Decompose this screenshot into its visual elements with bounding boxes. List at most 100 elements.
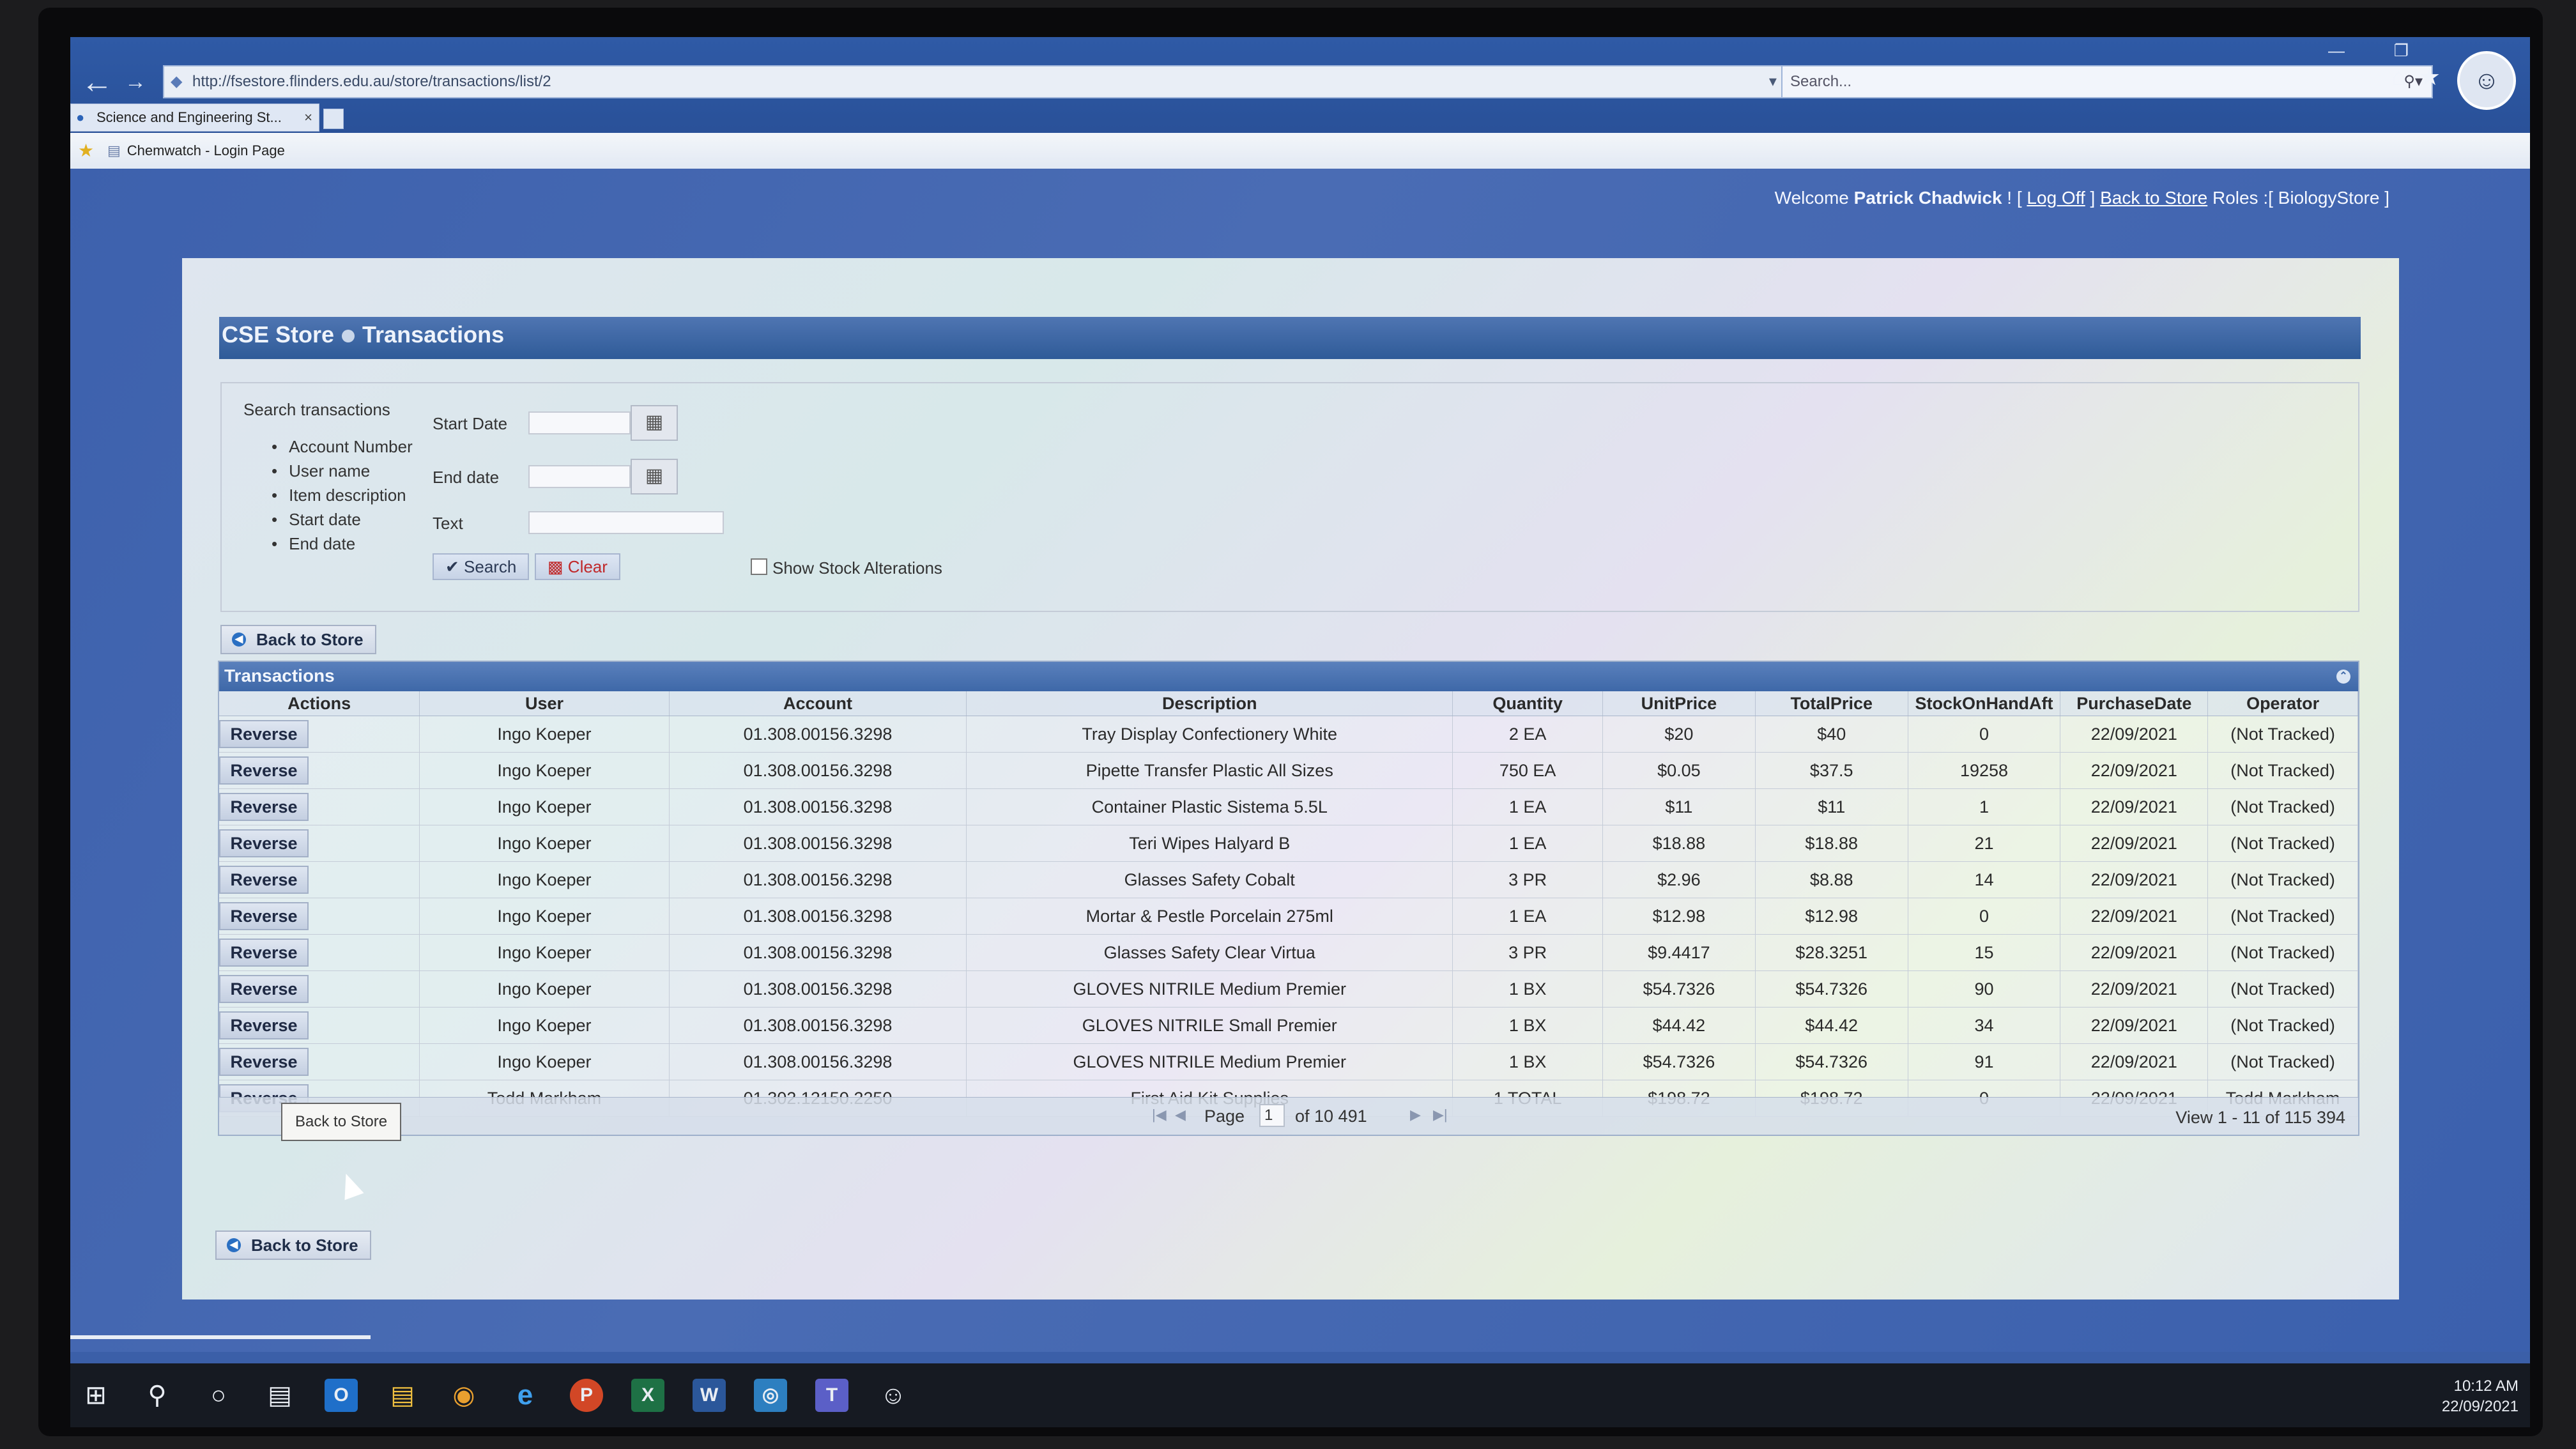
reverse-button[interactable]: Reverse <box>219 829 309 857</box>
cell-account: 01.308.00156.3298 <box>669 1043 967 1080</box>
text-input[interactable] <box>528 511 724 534</box>
cell-description: GLOVES NITRILE Medium Premier <box>966 1043 1453 1080</box>
cell-unitprice: $44.42 <box>1602 1007 1756 1044</box>
grid-pager: |◀ ◀ Page 1 of 10 491 ▶ ▶| View 1 - 11 o… <box>219 1097 2358 1135</box>
chrome-icon[interactable]: ◉ <box>447 1379 480 1412</box>
cell-unitprice: $54.7326 <box>1602 1043 1756 1080</box>
minimize-icon[interactable]: — <box>2328 41 2345 61</box>
cell-actions: Reverse <box>219 861 420 898</box>
welcome-sep: ! [ <box>2007 188 2022 208</box>
reverse-button[interactable]: Reverse <box>219 975 309 1003</box>
stock-alterations-checkbox[interactable] <box>751 558 767 575</box>
browser-search-placeholder: Search... <box>1790 73 1852 90</box>
favorite-link-chemwatch[interactable]: ▤ Chemwatch - Login Page <box>107 133 285 169</box>
favorites-star-icon[interactable]: ★ <box>78 133 94 169</box>
cell-totalprice: $54.7326 <box>1755 970 1908 1008</box>
cell-stockonhand: 14 <box>1908 861 2061 898</box>
grid-title: Transactions <box>224 666 335 686</box>
file-explorer-icon[interactable]: ▤ <box>386 1379 419 1412</box>
table-row: Reverse Ingo Koeper 01.308.00156.3298 Tray … <box>219 716 2358 753</box>
reverse-button[interactable]: Reverse <box>219 720 309 748</box>
end-date-calendar-icon[interactable]: ▦ <box>631 459 678 494</box>
breadcrumb: CSE Store Transactions <box>219 317 2361 359</box>
address-bar[interactable]: ◆ http://fsestore.flinders.edu.au/store/… <box>163 65 1811 98</box>
column-header-operator[interactable]: Operator <box>2207 691 2358 716</box>
clear-button[interactable]: ▩ Clear <box>535 553 620 580</box>
forward-arrow-icon[interactable]: → <box>116 63 155 101</box>
reverse-button[interactable]: Reverse <box>219 939 309 967</box>
browser-search-input[interactable]: Search... ⚲▾ <box>1781 65 2433 98</box>
column-header-user[interactable]: User <box>419 691 670 716</box>
cell-account: 01.308.00156.3298 <box>669 788 967 825</box>
photos-icon[interactable]: ◎ <box>754 1379 787 1412</box>
last-page-icon[interactable]: ▶| <box>1433 1107 1448 1123</box>
page-number-input[interactable]: 1 <box>1259 1104 1285 1127</box>
taskbar-search-icon[interactable]: ⚲ <box>141 1379 174 1412</box>
reverse-button[interactable]: Reverse <box>219 756 309 785</box>
close-tab-icon[interactable]: × <box>304 104 312 131</box>
reverse-button[interactable]: Reverse <box>219 1048 309 1076</box>
column-header-description[interactable]: Description <box>966 691 1453 716</box>
cell-purchasedate: 22/09/2021 <box>2060 788 2209 825</box>
home-icon[interactable]: ⌂ <box>2391 64 2419 91</box>
cell-user: Ingo Koeper <box>419 1007 670 1044</box>
reverse-button[interactable]: Reverse <box>219 866 309 894</box>
header-back-to-store-link[interactable]: Back to Store <box>2100 188 2207 208</box>
reverse-button[interactable]: Reverse <box>219 793 309 821</box>
support-assistant-icon[interactable]: ☺ <box>877 1379 910 1412</box>
cell-description: Glasses Safety Cobalt <box>966 861 1453 898</box>
cortana-icon[interactable]: ○ <box>202 1379 235 1412</box>
column-header-quantity[interactable]: Quantity <box>1452 691 1603 716</box>
log-off-link[interactable]: Log Off <box>2027 188 2085 208</box>
collapse-icon[interactable]: ⌃ <box>2336 670 2350 684</box>
search-button[interactable]: ✔ Search <box>433 553 530 580</box>
first-page-icon[interactable]: |◀ <box>1152 1107 1167 1123</box>
prev-page-icon[interactable]: ◀ <box>1175 1107 1186 1123</box>
favorites-star-icon[interactable]: ★ <box>2419 64 2453 91</box>
back-arrow-icon[interactable]: ← <box>78 63 116 101</box>
windows-start-icon[interactable]: ⊞ <box>79 1379 112 1412</box>
back-to-store-button-bottom[interactable]: ◀ Back to Store <box>215 1230 371 1260</box>
task-view-icon[interactable]: ▤ <box>263 1379 296 1412</box>
tab-store[interactable]: ● Science and Engineering St... × <box>70 103 319 132</box>
cell-totalprice: $54.7326 <box>1755 1043 1908 1080</box>
reverse-button[interactable]: Reverse <box>219 902 309 930</box>
search-criteria-list: Account Number User name Item descriptio… <box>272 437 413 558</box>
user-name: Patrick Chadwick <box>1853 188 2002 208</box>
cell-totalprice: $40 <box>1755 716 1908 753</box>
excel-icon[interactable]: X <box>631 1379 664 1412</box>
column-header-account[interactable]: Account <box>669 691 967 716</box>
transactions-table: Actions User Account Description Quantit… <box>219 691 2358 1117</box>
column-header-actions[interactable]: Actions <box>219 691 420 716</box>
powerpoint-icon[interactable]: P <box>570 1379 603 1412</box>
cell-stockonhand: 15 <box>1908 934 2061 971</box>
column-header-stockonhand[interactable]: StockOnHandAft <box>1908 691 2061 716</box>
word-icon[interactable]: W <box>693 1379 726 1412</box>
text-label: Text <box>433 514 463 533</box>
restore-icon[interactable]: ❐ <box>2394 41 2409 61</box>
grid-caption: Transactions ⌃ <box>219 662 2358 691</box>
start-date-calendar-icon[interactable]: ▦ <box>631 405 678 441</box>
cell-description: Mortar & Pestle Porcelain 275ml <box>966 898 1453 935</box>
teams-icon[interactable]: T <box>815 1379 848 1412</box>
column-header-purchasedate[interactable]: PurchaseDate <box>2060 691 2209 716</box>
cell-stockonhand: 21 <box>1908 825 2061 862</box>
column-header-unitprice[interactable]: UnitPrice <box>1602 691 1756 716</box>
end-date-input[interactable] <box>528 465 631 488</box>
internet-explorer-icon[interactable]: e <box>509 1379 542 1412</box>
reverse-button[interactable]: Reverse <box>219 1011 309 1039</box>
cell-account: 01.308.00156.3298 <box>669 861 967 898</box>
system-clock[interactable]: 10:12 AM 22/09/2021 <box>2442 1376 2518 1417</box>
cell-quantity: 1 BX <box>1452 1007 1603 1044</box>
breadcrumb-root[interactable]: CSE Store <box>222 321 334 348</box>
column-header-totalprice[interactable]: TotalPrice <box>1755 691 1908 716</box>
cell-purchasedate: 22/09/2021 <box>2060 1007 2209 1044</box>
cell-stockonhand: 1 <box>1908 788 2061 825</box>
stock-alterations-label: Show Stock Alterations <box>772 558 942 578</box>
new-tab-button[interactable] <box>323 109 344 129</box>
back-to-store-button-top[interactable]: ◀ Back to Store <box>220 625 376 654</box>
cell-description: GLOVES NITRILE Medium Premier <box>966 970 1453 1008</box>
outlook-icon[interactable]: O <box>325 1379 358 1412</box>
start-date-input[interactable] <box>528 411 631 434</box>
next-page-icon[interactable]: ▶ <box>1410 1107 1421 1123</box>
